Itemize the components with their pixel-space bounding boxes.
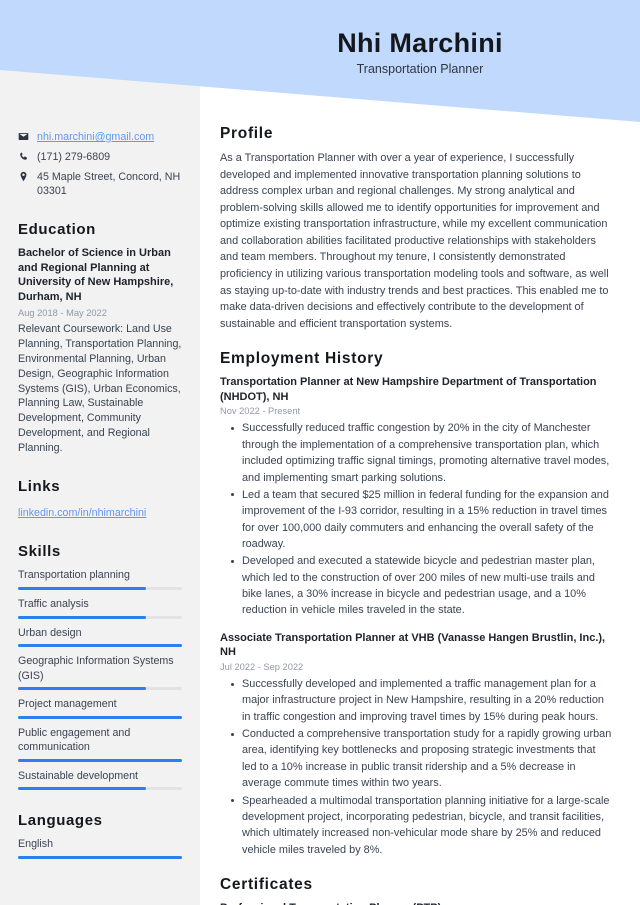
links-list: linkedin.com/in/nhimarchini (18, 503, 182, 521)
languages-list: English (18, 837, 182, 859)
skill-item: Geographic Information Systems (GIS) (18, 654, 182, 691)
language-label: English (18, 838, 54, 851)
education-date: Aug 2018 - May 2022 (18, 307, 107, 318)
skill-bar-fill (18, 758, 182, 762)
languages-heading: Languages (18, 812, 103, 830)
contact-address-value: 45 Maple Street, Concord, NH 03301 (37, 170, 181, 198)
skill-item: Public engagement and communication (18, 726, 182, 762)
skill-bar-fill (18, 644, 182, 648)
certificate-entry: Professional Transportation Planner (PTP… (220, 901, 612, 905)
job-bullet: Successfully developed and implemented a… (220, 676, 612, 725)
employment-heading: Employment History (220, 350, 384, 368)
skill-label: Project management (18, 698, 117, 711)
job-bullet: Developed and executed a statewide bicyc… (220, 553, 612, 618)
envelope-icon (18, 130, 31, 142)
job-bullets: Successfully developed and implemented a… (220, 676, 612, 858)
candidate-job-title: Transportation Planner (356, 61, 484, 76)
skill-item: Urban design (18, 626, 182, 648)
skill-bar-track (18, 787, 182, 791)
contact-email-value: nhi.marchini@gmail.com (37, 130, 182, 145)
links-heading: Links (18, 478, 61, 496)
job-title: Transportation Planner at New Hampshire … (220, 376, 597, 403)
job-bullet: Spearheaded a multimodal transportation … (220, 793, 612, 858)
job-date: Jul 2022 - Sep 2022 (220, 662, 304, 672)
skill-bar-fill (18, 687, 146, 691)
main-column: Profile As a Transportation Planner with… (200, 125, 640, 905)
education-degree: Bachelor of Science in Urban and Regiona… (18, 247, 174, 303)
linkedin-link[interactable]: linkedin.com/in/nhimarchini (18, 507, 146, 519)
skill-bar-track (18, 758, 182, 762)
skill-label: Geographic Information Systems (GIS) (18, 655, 174, 682)
skill-item: Project management (18, 697, 182, 719)
contact-list: nhi.marchini@gmail.com (171) 279-6809 45… (18, 130, 182, 199)
resume-page: Nhi Marchini Transportation Planner nhi.… (0, 0, 640, 905)
profile-text: As a Transportation Planner with over a … (220, 152, 609, 330)
skill-item: Traffic analysis (18, 597, 182, 619)
skill-label: Urban design (18, 626, 82, 639)
sidebar: nhi.marchini@gmail.com (171) 279-6809 45… (0, 130, 200, 866)
job-bullets: Successfully reduced traffic congestion … (220, 420, 612, 618)
profile-section: Profile As a Transportation Planner with… (220, 125, 612, 332)
contact-phone-value: (171) 279-6809 (37, 150, 111, 163)
job-entry: Associate Transportation Planner at VHB … (220, 631, 612, 858)
skill-bar-track (18, 586, 182, 590)
job-entry: Transportation Planner at New Hampshire … (220, 375, 612, 619)
job-title: Associate Transportation Planner at VHB … (220, 631, 606, 659)
candidate-name: Nhi Marchini (337, 28, 503, 59)
education-description: Relevant Coursework: Land Use Planning, … (18, 322, 182, 455)
job-bullet: Conducted a comprehensive transportation… (220, 726, 612, 791)
location-pin-icon (18, 170, 31, 182)
skills-list: Transportation planning Traffic analysis… (18, 568, 182, 791)
skill-bar-track (18, 615, 182, 619)
skill-bar-fill (18, 586, 146, 590)
skill-label: Traffic analysis (18, 597, 89, 610)
language-bar-fill (18, 855, 182, 859)
contact-item-address: 45 Maple Street, Concord, NH 03301 (18, 170, 182, 200)
employment-section: Employment History Transportation Planne… (220, 350, 612, 858)
skill-label: Public engagement and communication (18, 726, 131, 754)
education-entry: Bachelor of Science in Urban and Regiona… (18, 246, 182, 456)
skill-bar-track (18, 687, 182, 691)
certificates-heading: Certificates (220, 875, 313, 893)
profile-heading: Profile (220, 125, 274, 142)
job-bullet: Successfully reduced traffic congestion … (220, 420, 612, 485)
job-date: Nov 2022 - Present (220, 406, 301, 417)
skill-label: Sustainable development (18, 769, 139, 782)
phone-icon (18, 150, 31, 162)
skill-bar-track (18, 715, 182, 719)
skill-bar-track (18, 644, 182, 648)
job-bullet: Led a team that secured $25 million in f… (220, 487, 612, 552)
contact-item-phone: (171) 279-6809 (18, 150, 182, 165)
skill-bar-fill (18, 787, 146, 791)
education-heading: Education (18, 221, 96, 239)
skill-label: Transportation planning (18, 569, 130, 582)
skill-bar-fill (18, 715, 182, 719)
skill-item: Sustainable development (18, 769, 182, 791)
certificate-name: Professional Transportation Planner (PTP… (220, 901, 612, 905)
contact-item-email: nhi.marchini@gmail.com (18, 130, 182, 145)
certificates-section: Certificates Professional Transportation… (220, 876, 612, 905)
language-item: English (18, 837, 182, 859)
skill-bar-fill (18, 615, 146, 619)
email-link[interactable]: nhi.marchini@gmail.com (37, 131, 154, 143)
header-text-block: Nhi Marchini Transportation Planner (200, 0, 640, 105)
skills-heading: Skills (18, 543, 61, 561)
skill-item: Transportation planning (18, 568, 182, 590)
language-bar-track (18, 855, 182, 859)
